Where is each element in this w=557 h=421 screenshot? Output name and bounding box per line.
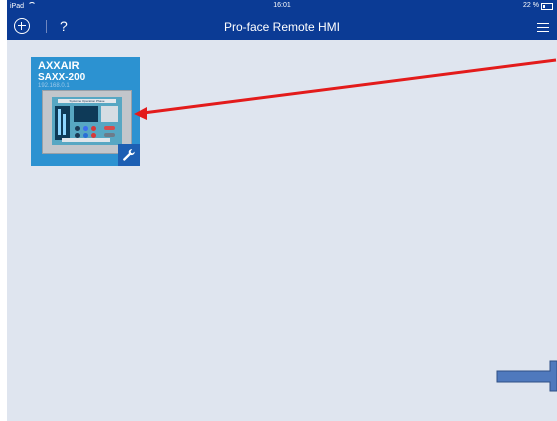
thumbnail-toggle <box>104 126 115 130</box>
thumbnail-screen: Système Operation Phase <box>52 97 122 145</box>
page-title: Pro-face Remote HMI <box>223 20 341 34</box>
top-bar: iPad 16:01 22 % ? Pro-face Remote HMI <box>7 0 557 40</box>
thumbnail-control <box>91 126 96 131</box>
thumbnail-footer <box>62 138 110 142</box>
device-ip: 192.168.0.1 <box>38 83 70 89</box>
menu-line <box>537 23 549 24</box>
status-time: 16:01 <box>273 2 291 9</box>
thumbnail-level-bar <box>63 114 66 135</box>
battery-icon <box>541 2 553 10</box>
thumbnail-display <box>74 106 98 122</box>
thumbnail-level-bar <box>58 109 61 135</box>
thumbnail-title: Système Operation Phase <box>58 99 116 103</box>
status-right: 22 % <box>523 2 553 10</box>
settings-button[interactable] <box>118 144 140 166</box>
device-tile[interactable]: AXXAIR SAXX-200 192.168.0.1 Système Oper… <box>31 57 140 166</box>
battery-label: 22 % <box>523 2 539 9</box>
menu-line <box>537 27 549 28</box>
menu-icon[interactable] <box>537 22 549 32</box>
app-screen: iPad 16:01 22 % ? Pro-face Remote HMI AX… <box>7 0 557 421</box>
thumbnail-control <box>75 126 80 131</box>
thumbnail-info-panel <box>101 106 118 122</box>
thumbnail-control <box>83 126 88 131</box>
device-name: AXXAIR <box>38 60 80 72</box>
device-model: SAXX-200 <box>38 72 86 83</box>
wrench-icon <box>123 149 135 161</box>
menu-line <box>537 31 549 32</box>
thumbnail-toggle <box>104 133 115 137</box>
